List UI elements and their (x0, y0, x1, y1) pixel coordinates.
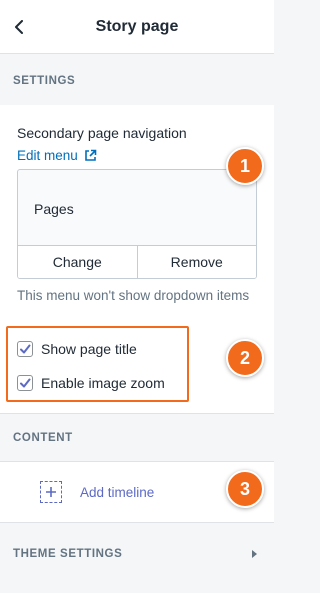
step-badge-2: 2 (226, 339, 264, 377)
show-page-title-label: Show page title (41, 341, 137, 357)
edit-menu-link[interactable]: Edit menu (17, 148, 97, 163)
caret-right-icon (252, 550, 257, 558)
theme-settings-label: THEME SETTINGS (13, 548, 123, 560)
enable-image-zoom-option[interactable]: Enable image zoom (17, 375, 165, 391)
remove-button[interactable]: Remove (136, 246, 257, 278)
settings-section-header: SETTINGS (0, 55, 274, 107)
checkmark-icon (20, 344, 31, 354)
theme-settings-row[interactable]: THEME SETTINGS (0, 522, 274, 586)
menu-picker: Pages Change Remove (17, 169, 257, 279)
step-badge-1: 1 (226, 147, 264, 185)
enable-image-zoom-checkbox[interactable] (17, 375, 33, 391)
add-timeline-label: Add timeline (80, 484, 155, 500)
show-page-title-checkbox[interactable] (17, 341, 33, 357)
edit-menu-label: Edit menu (17, 148, 78, 163)
menu-actions: Change Remove (18, 245, 257, 278)
selected-menu-name: Pages (34, 201, 74, 217)
top-bar: Story page (0, 0, 274, 54)
secondary-navigation-label: Secondary page navigation (17, 125, 187, 141)
external-link-icon (84, 149, 97, 161)
add-block-icon (40, 481, 62, 503)
content-section-header: CONTENT (0, 415, 274, 462)
show-page-title-option[interactable]: Show page title (17, 341, 137, 357)
checkmark-icon (20, 378, 31, 388)
enable-image-zoom-label: Enable image zoom (41, 375, 165, 391)
step-badge-3: 3 (226, 470, 264, 508)
add-timeline-button[interactable]: Add timeline (40, 481, 154, 503)
change-button[interactable]: Change (18, 246, 137, 278)
menu-help-text: This menu won't show dropdown items (17, 288, 250, 303)
page-title: Story page (95, 18, 179, 35)
